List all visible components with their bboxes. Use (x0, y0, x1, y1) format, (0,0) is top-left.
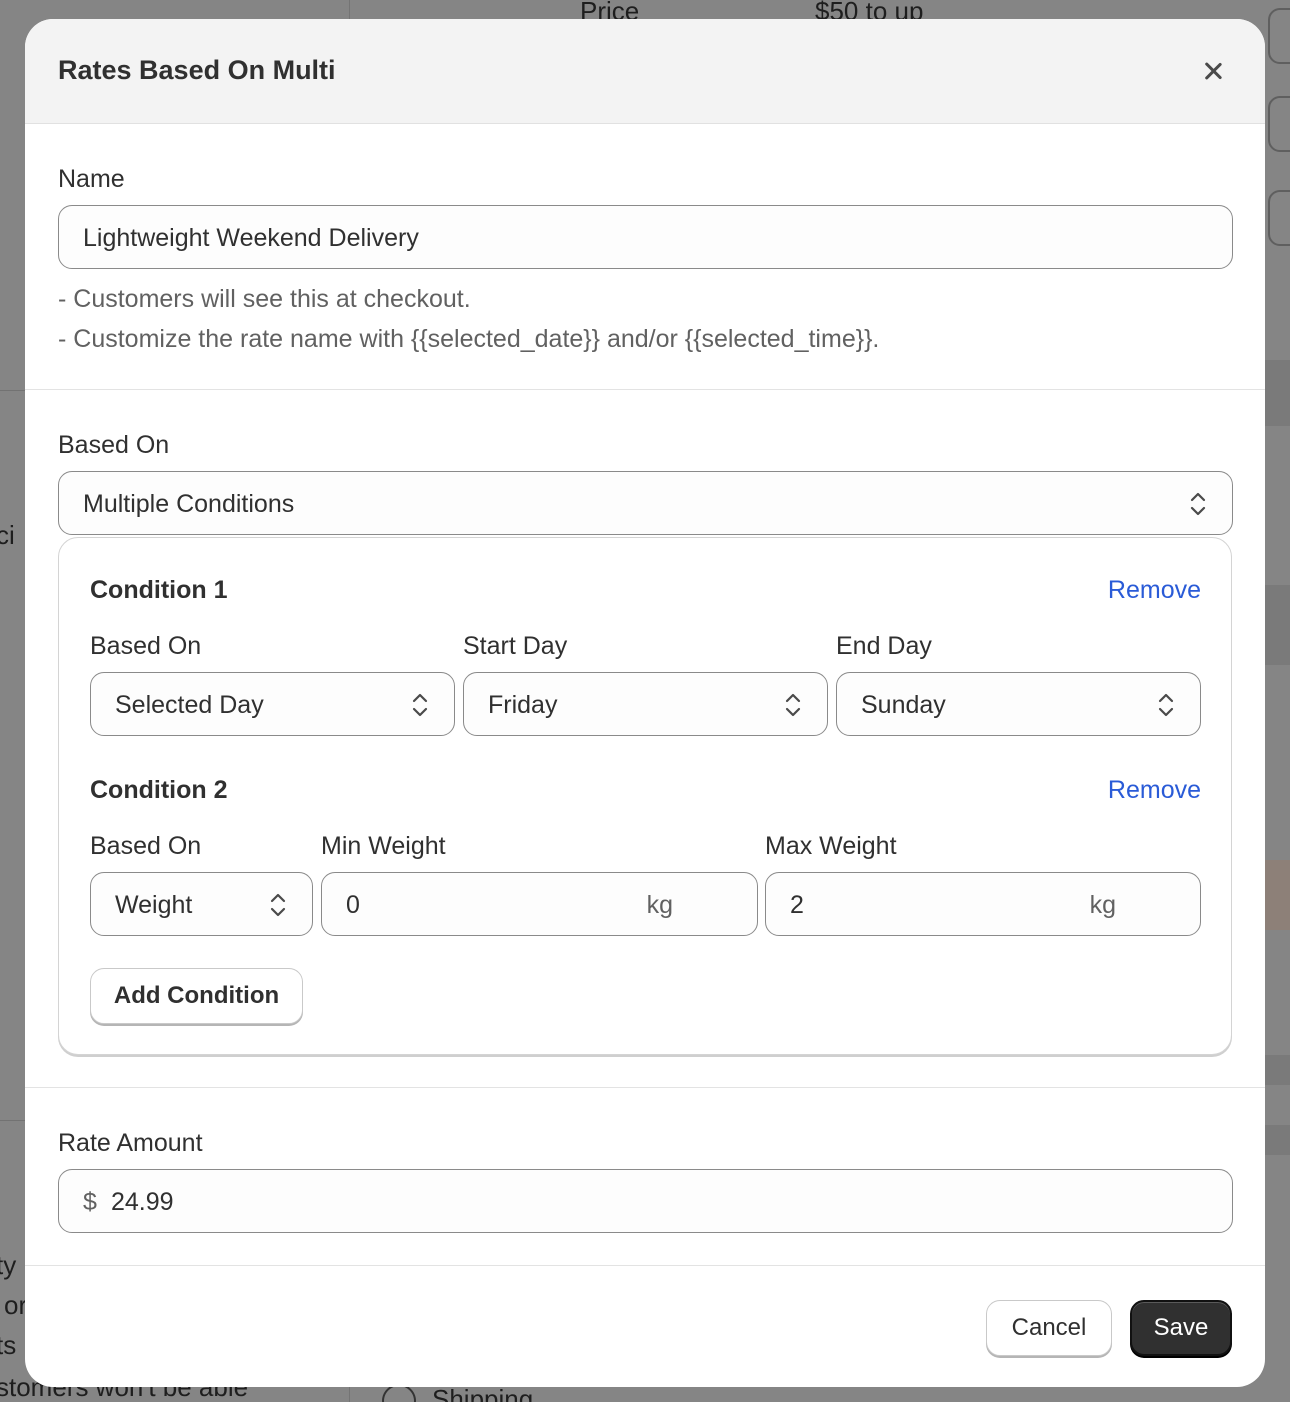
background-side-text: ty (0, 1250, 17, 1280)
end-day-value: Sunday (861, 691, 946, 719)
background-side-text: ci (0, 520, 15, 550)
start-day-select[interactable]: Friday (463, 672, 828, 736)
name-help-text: - Customers will see this at checkout. (58, 285, 471, 313)
min-weight-label: Min Weight (321, 832, 446, 860)
select-arrows-icon (1190, 492, 1206, 516)
select-arrows-icon (412, 693, 428, 717)
background-side-text: or (4, 1290, 28, 1320)
section-divider (25, 389, 1265, 390)
start-day-label: Start Day (463, 632, 568, 660)
remove-condition-link[interactable]: Remove (1108, 776, 1201, 805)
min-weight-value: 0 (346, 891, 360, 919)
rate-modal: Rates Based On Multi Name Lightweight We… (25, 19, 1265, 1387)
condition-based-on-label: Based On (90, 632, 202, 660)
condition-based-on-value: Weight (115, 891, 193, 919)
background-band (1265, 585, 1290, 665)
background-line (0, 390, 25, 391)
condition-based-on-label: Based On (90, 832, 202, 860)
condition-title: Condition 1 (90, 576, 228, 604)
conditions-card: Condition 1 Remove Based On Start Day En… (58, 537, 1232, 1055)
modal-title: Rates Based On Multi (58, 55, 336, 85)
select-arrows-icon (270, 893, 286, 917)
background-line (0, 1120, 25, 1121)
rate-amount-input[interactable]: $ 24.99 (58, 1169, 1233, 1233)
close-icon[interactable] (1199, 57, 1227, 85)
background-band (1265, 360, 1290, 426)
based-on-label: Based On (58, 431, 170, 459)
background-field (1268, 96, 1290, 152)
save-button[interactable]: Save (1130, 1300, 1232, 1356)
name-input[interactable]: Lightweight Weekend Delivery (58, 205, 1233, 269)
name-help-text: - Customize the rate name with {{selecte… (58, 325, 880, 353)
currency-prefix: $ (83, 1188, 97, 1216)
modal-header: Rates Based On Multi (25, 19, 1265, 124)
max-weight-label: Max Weight (765, 832, 897, 860)
based-on-select[interactable]: Multiple Conditions (58, 471, 1233, 535)
background-side-text: ts (0, 1330, 17, 1360)
max-weight-input[interactable]: 2 kg (765, 872, 1201, 936)
background-band (1265, 860, 1290, 930)
start-day-value: Friday (488, 691, 558, 719)
name-label: Name (58, 165, 125, 193)
remove-condition-link[interactable]: Remove (1108, 576, 1201, 605)
max-weight-value: 2 (790, 891, 804, 919)
based-on-select-value: Multiple Conditions (83, 490, 295, 518)
max-weight-unit: kg (1089, 891, 1116, 919)
end-day-select[interactable]: Sunday (836, 672, 1201, 736)
cancel-button[interactable]: Cancel (986, 1300, 1112, 1356)
rate-amount-value: 24.99 (111, 1188, 174, 1216)
min-weight-unit: kg (646, 891, 673, 919)
condition-based-on-select[interactable]: Weight (90, 872, 313, 936)
condition-based-on-select[interactable]: Selected Day (90, 672, 455, 736)
end-day-label: End Day (836, 632, 932, 660)
rate-amount-label: Rate Amount (58, 1129, 203, 1157)
section-divider (25, 1087, 1265, 1088)
background-band (1265, 1125, 1290, 1155)
footer-divider (25, 1265, 1265, 1266)
condition-title: Condition 2 (90, 776, 228, 804)
background-field (1268, 190, 1290, 246)
select-arrows-icon (1158, 693, 1174, 717)
name-input-value: Lightweight Weekend Delivery (83, 224, 419, 252)
select-arrows-icon (785, 693, 801, 717)
min-weight-input[interactable]: 0 kg (321, 872, 758, 936)
condition-based-on-value: Selected Day (115, 691, 264, 719)
background-band (1265, 1055, 1290, 1085)
add-condition-button[interactable]: Add Condition (90, 968, 303, 1024)
background-field (1268, 8, 1290, 64)
